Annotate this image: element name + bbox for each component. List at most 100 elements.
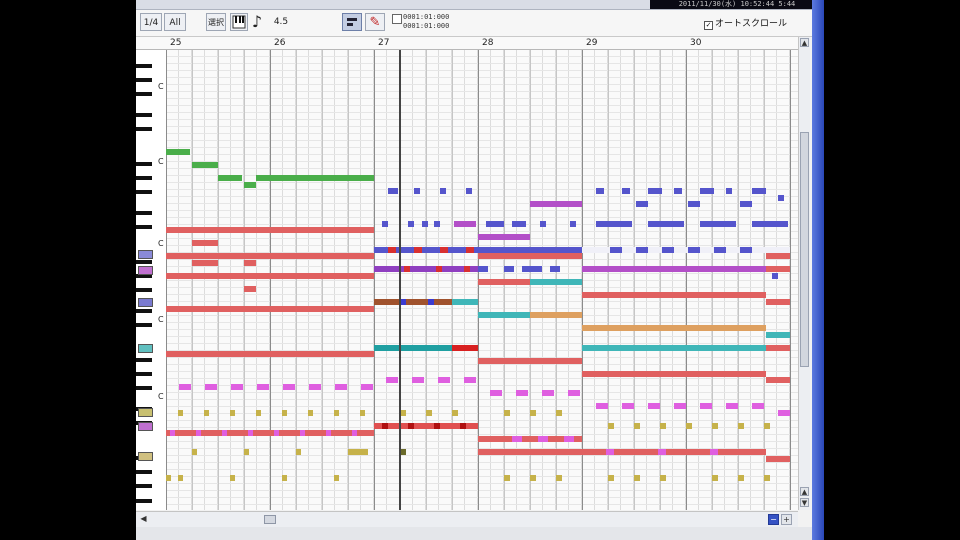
note[interactable] bbox=[596, 221, 632, 227]
note[interactable] bbox=[334, 410, 339, 416]
note[interactable] bbox=[490, 390, 502, 396]
note[interactable] bbox=[582, 292, 766, 298]
note[interactable] bbox=[764, 475, 770, 481]
note[interactable] bbox=[464, 266, 470, 272]
note[interactable] bbox=[542, 390, 554, 396]
note[interactable] bbox=[530, 410, 536, 416]
note[interactable] bbox=[374, 299, 452, 305]
quantize-button[interactable]: 1/4 bbox=[140, 13, 162, 31]
note[interactable] bbox=[360, 410, 365, 416]
note[interactable] bbox=[478, 253, 582, 259]
note[interactable] bbox=[414, 247, 422, 253]
note[interactable] bbox=[166, 273, 374, 279]
black-key[interactable] bbox=[136, 309, 152, 313]
note[interactable] bbox=[257, 384, 269, 390]
note[interactable] bbox=[622, 188, 630, 194]
note[interactable] bbox=[244, 449, 249, 455]
note[interactable] bbox=[192, 240, 218, 246]
note[interactable] bbox=[714, 247, 726, 253]
note[interactable] bbox=[636, 247, 648, 253]
note[interactable] bbox=[596, 403, 608, 409]
note[interactable] bbox=[766, 299, 790, 305]
select-mode-icon[interactable] bbox=[342, 13, 362, 31]
measure-ruler[interactable]: 25 26 27 28 29 30 bbox=[136, 37, 798, 50]
note[interactable] bbox=[700, 403, 712, 409]
note[interactable] bbox=[648, 188, 662, 194]
note[interactable] bbox=[348, 449, 368, 455]
note[interactable] bbox=[374, 345, 452, 351]
note[interactable] bbox=[522, 266, 542, 272]
note[interactable] bbox=[404, 266, 410, 272]
note[interactable] bbox=[205, 384, 217, 390]
note[interactable] bbox=[478, 279, 530, 285]
note[interactable] bbox=[772, 273, 778, 279]
note[interactable] bbox=[192, 449, 197, 455]
black-key[interactable] bbox=[136, 323, 152, 327]
note[interactable] bbox=[218, 175, 242, 181]
note[interactable] bbox=[582, 266, 766, 272]
note[interactable] bbox=[766, 253, 790, 259]
note[interactable] bbox=[766, 377, 790, 383]
note[interactable] bbox=[166, 227, 374, 233]
note[interactable] bbox=[408, 423, 414, 429]
note[interactable] bbox=[726, 403, 738, 409]
note[interactable] bbox=[740, 247, 752, 253]
note[interactable] bbox=[688, 201, 700, 207]
note[interactable] bbox=[540, 221, 546, 227]
note-value-field[interactable]: 4.5 bbox=[268, 13, 294, 31]
note[interactable] bbox=[282, 475, 287, 481]
note[interactable] bbox=[452, 345, 478, 351]
black-key[interactable] bbox=[136, 127, 152, 131]
note[interactable] bbox=[752, 403, 764, 409]
vertical-scroll-thumb[interactable] bbox=[800, 132, 809, 367]
position-checkbox[interactable] bbox=[392, 14, 402, 24]
note[interactable] bbox=[752, 221, 788, 227]
length-button[interactable]: All bbox=[164, 13, 186, 31]
note[interactable] bbox=[452, 410, 458, 416]
note[interactable] bbox=[300, 430, 305, 436]
horizontal-scroll-thumb[interactable] bbox=[264, 515, 276, 524]
note[interactable] bbox=[608, 423, 614, 429]
note[interactable] bbox=[352, 430, 357, 436]
note[interactable] bbox=[738, 475, 744, 481]
note[interactable] bbox=[222, 430, 227, 436]
horizontal-scrollbar[interactable]: ◀ − + bbox=[136, 511, 798, 527]
note[interactable] bbox=[582, 325, 766, 331]
note[interactable] bbox=[166, 475, 171, 481]
note[interactable] bbox=[582, 345, 766, 351]
note[interactable] bbox=[766, 266, 790, 272]
autoscroll-toggle[interactable]: ✓ オートスクロール bbox=[704, 16, 787, 30]
note[interactable] bbox=[248, 430, 253, 436]
note[interactable] bbox=[550, 266, 560, 272]
note[interactable] bbox=[466, 247, 474, 253]
note[interactable] bbox=[422, 221, 428, 227]
note[interactable] bbox=[414, 188, 420, 194]
note[interactable] bbox=[478, 234, 530, 240]
note[interactable] bbox=[412, 377, 424, 383]
note[interactable] bbox=[244, 260, 256, 266]
note[interactable] bbox=[178, 410, 183, 416]
note[interactable] bbox=[778, 195, 784, 201]
note[interactable] bbox=[282, 410, 287, 416]
note[interactable] bbox=[512, 436, 522, 442]
black-key[interactable] bbox=[136, 64, 152, 68]
note[interactable] bbox=[636, 201, 648, 207]
black-key[interactable] bbox=[136, 162, 152, 166]
note[interactable] bbox=[196, 430, 201, 436]
note[interactable] bbox=[504, 410, 510, 416]
note[interactable] bbox=[712, 475, 718, 481]
note[interactable] bbox=[606, 449, 614, 455]
note[interactable] bbox=[166, 306, 374, 312]
note[interactable] bbox=[596, 188, 604, 194]
scroll-up-icon[interactable]: ▲ bbox=[800, 38, 809, 47]
note[interactable] bbox=[648, 221, 684, 227]
note[interactable] bbox=[204, 410, 209, 416]
note[interactable] bbox=[460, 423, 466, 429]
note[interactable] bbox=[740, 201, 752, 207]
note[interactable] bbox=[166, 253, 374, 259]
note[interactable] bbox=[178, 475, 183, 481]
black-key[interactable] bbox=[136, 358, 152, 362]
note[interactable] bbox=[426, 410, 432, 416]
note[interactable] bbox=[244, 286, 256, 292]
note[interactable] bbox=[256, 410, 261, 416]
